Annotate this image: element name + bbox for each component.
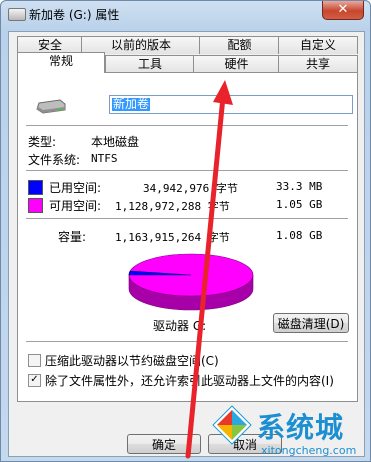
tab-customize[interactable]: 自定义: [278, 36, 358, 54]
title-bar[interactable]: 新加卷 (G:) 属性 ✕: [1, 1, 370, 27]
free-space-size: 1.05 GB: [276, 198, 323, 211]
hard-drive-icon: [36, 99, 66, 114]
drive-letter-label: 驱动器 G:: [153, 319, 207, 333]
index-checkbox[interactable]: ✓: [28, 374, 41, 387]
ok-button[interactable]: 确定: [127, 434, 201, 454]
capacity-label: 容量:: [58, 230, 87, 244]
tab-quota[interactable]: 配额: [199, 36, 280, 54]
used-space-bytes: 34,942,976 字节: [143, 182, 238, 195]
compress-label: 压缩此驱动器以节约磁盘空间(C): [45, 354, 219, 368]
drive-icon: [8, 8, 26, 21]
watermark-logo-icon: [212, 405, 252, 445]
tab-sharing[interactable]: 共享: [278, 55, 358, 73]
tab-general[interactable]: 常规: [17, 52, 105, 73]
tab-hardware[interactable]: 硬件: [193, 55, 280, 73]
used-space-size: 33.3 MB: [276, 180, 323, 193]
separator: [26, 170, 348, 171]
site-watermark: 系统城 xitongcheng.com: [209, 400, 371, 462]
capacity-size: 1.08 GB: [276, 229, 323, 242]
volume-name-text: 新加卷: [112, 97, 151, 111]
free-space-label: 可用空间:: [49, 199, 102, 213]
used-space-swatch: [28, 180, 43, 195]
type-label: 类型:: [28, 135, 57, 149]
watermark-brand: 系统城: [257, 411, 345, 444]
filesystem-label: 文件系统:: [28, 153, 81, 167]
filesystem-value: NTFS: [91, 152, 118, 165]
volume-name-input[interactable]: 新加卷: [109, 95, 353, 114]
window-title: 新加卷 (G:) 属性: [29, 8, 120, 22]
close-button[interactable]: ✕: [322, 1, 364, 20]
properties-window: 新加卷 (G:) 属性 ✕ 安全 以前的版本 配额 自定义 常规 工具 硬件 共…: [0, 0, 371, 462]
type-value: 本地磁盘: [91, 135, 140, 149]
free-space-swatch: [28, 198, 43, 213]
used-space-label: 已用空间:: [49, 181, 102, 195]
disk-usage-pie-chart: [128, 253, 254, 311]
watermark-url: xitongcheng.com: [261, 444, 357, 457]
separator: [26, 218, 348, 219]
separator: [26, 125, 348, 126]
general-panel: 新加卷 类型: 本地磁盘 文件系统: NTFS 已用空间: 34,942,976…: [17, 72, 358, 402]
dialog-client: 安全 以前的版本 配额 自定义 常规 工具 硬件 共享 新加卷 类型: 本地磁盘…: [8, 31, 365, 457]
compress-checkbox[interactable]: [28, 354, 41, 367]
free-space-bytes: 1,128,972,288 字节: [115, 200, 230, 213]
disk-cleanup-button[interactable]: 磁盘清理(D): [273, 313, 349, 333]
index-label: 除了文件属性外，还允许索引此驱动器上文件的内容(I): [45, 374, 334, 388]
tab-tools[interactable]: 工具: [105, 55, 195, 73]
separator: [26, 341, 348, 342]
capacity-bytes: 1,163,915,264 字节: [115, 231, 230, 244]
